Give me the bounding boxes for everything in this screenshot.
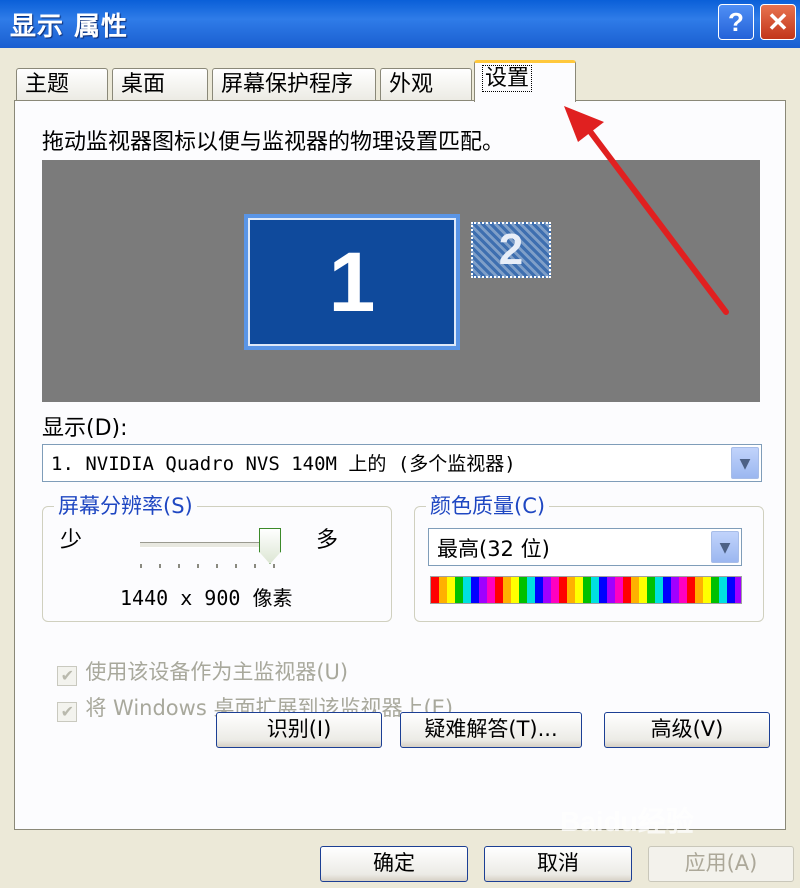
watermark: Baidu经验: [560, 806, 694, 837]
cancel-button[interactable]: 取消: [484, 846, 632, 882]
color-preview-strip: [430, 576, 742, 604]
display-label: 显示(D):: [42, 416, 128, 441]
identify-button[interactable]: 识别(I): [216, 712, 382, 748]
instruction-text: 拖动监视器图标以便与监视器的物理设置匹配。: [42, 130, 505, 155]
color-quality-value: 最高(32 位): [437, 537, 550, 561]
tab-themes[interactable]: 主题: [16, 68, 108, 100]
tab-settings[interactable]: 设置: [474, 60, 576, 102]
tab-desktop[interactable]: 桌面: [112, 68, 208, 100]
display-select-value: 1. NVIDIA Quadro NVS 140M 上的 (多个监视器): [51, 453, 516, 475]
close-button[interactable]: ✕: [760, 4, 796, 40]
tab-appearance[interactable]: 外观: [380, 68, 472, 100]
tab-label: 设置: [481, 65, 533, 92]
resolution-less-label: 少: [60, 528, 83, 553]
window-title: 显示 属性: [10, 12, 129, 42]
resolution-slider-ticks: [140, 564, 280, 568]
monitor-1[interactable]: 1: [244, 214, 460, 350]
resolution-more-label: 多: [316, 528, 339, 553]
ok-button[interactable]: 确定: [320, 846, 468, 882]
monitor-2[interactable]: 2: [471, 222, 551, 278]
resolution-value: 1440 x 900 像素: [120, 586, 293, 610]
tab-label: 桌面: [121, 72, 166, 97]
tab-label: 主题: [25, 72, 70, 97]
help-button[interactable]: ?: [718, 4, 754, 40]
troubleshoot-button[interactable]: 疑难解答(T)...: [400, 712, 582, 748]
display-select[interactable]: 1. NVIDIA Quadro NVS 140M 上的 (多个监视器) ▼: [42, 444, 762, 482]
tab-label: 屏幕保护程序: [221, 72, 354, 97]
resolution-legend: 屏幕分辨率(S): [54, 490, 197, 520]
title-bar: 显示 属性 ? ✕: [0, 0, 800, 48]
chevron-down-icon[interactable]: ▼: [711, 531, 739, 563]
color-quality-legend: 颜色质量(C): [426, 490, 550, 520]
color-quality-select[interactable]: 最高(32 位) ▼: [428, 528, 742, 566]
advanced-button[interactable]: 高级(V): [604, 712, 770, 748]
tab-screensaver[interactable]: 屏幕保护程序: [212, 68, 376, 100]
chevron-down-icon[interactable]: ▼: [731, 447, 759, 479]
checkbox-checked-icon[interactable]: ✔: [57, 702, 78, 722]
apply-button[interactable]: 应用(A): [648, 846, 794, 882]
tab-label: 外观: [389, 72, 434, 97]
